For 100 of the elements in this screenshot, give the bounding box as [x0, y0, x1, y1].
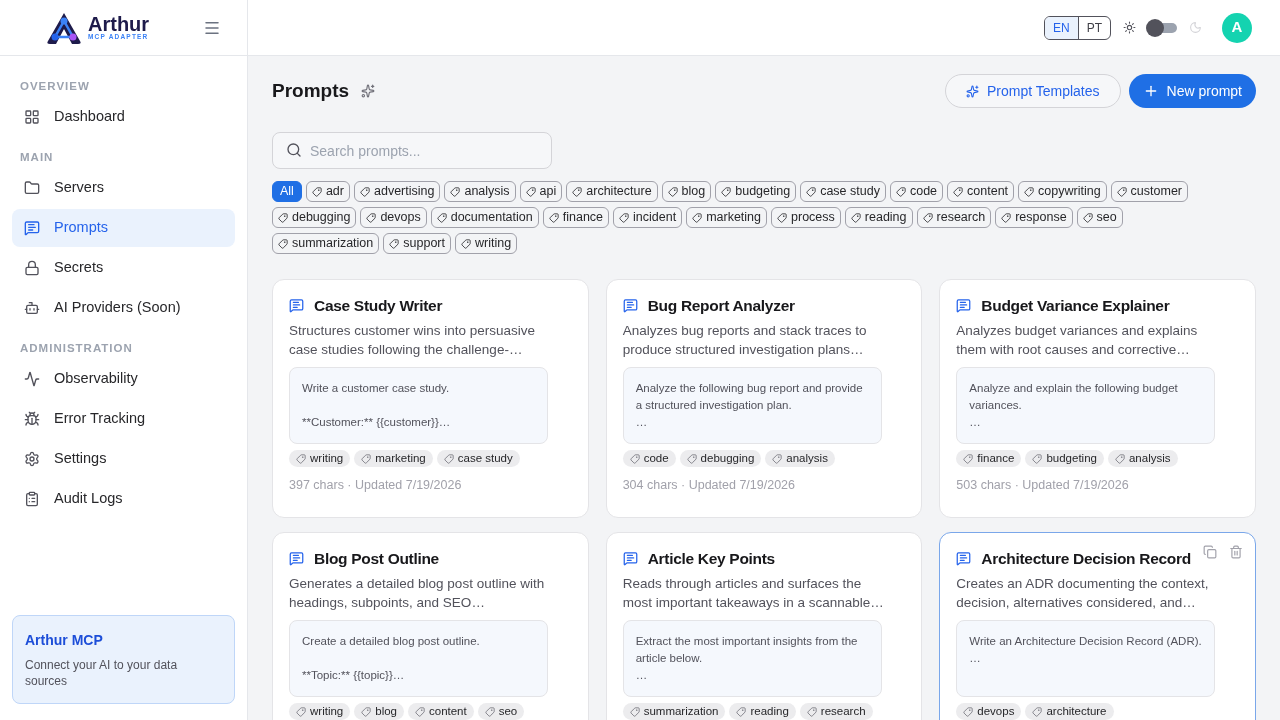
pulse-icon — [24, 371, 40, 387]
tag-icon — [1114, 453, 1125, 464]
tag-icon — [548, 212, 559, 223]
tag-icon — [850, 212, 861, 223]
prompt-card[interactable]: Article Key Points Reads through articles and surfaces the most important takeaways in a scannable… Extract the most important insights from the article below. … summarization reading research — [605, 532, 923, 720]
folder-icon — [24, 180, 40, 196]
tag-chip: reading — [729, 703, 796, 720]
prompt-preview: Write a customer case study. **Customer:** {{customer}}… — [289, 367, 548, 445]
tag-icon — [361, 453, 372, 464]
prompt-meta: 397 chars · Updated 7/19/2026 — [289, 477, 463, 495]
filter-chip[interactable]: content — [947, 181, 1015, 202]
filter-chip[interactable]: reading — [844, 207, 913, 228]
tag-icon — [311, 186, 322, 197]
prompt-description: Generates a detailed blog post outline with headings, subpoints, and SEO… — [289, 575, 546, 613]
page-title: Prompts — [272, 78, 350, 103]
filter-chip[interactable]: architecture — [566, 181, 658, 202]
filter-chip[interactable]: code — [889, 181, 944, 202]
prompt-card[interactable] — [605, 279, 923, 518]
nav-item[interactable]: Secrets — [12, 249, 235, 287]
tag-icon — [415, 706, 425, 717]
filter-chip[interactable]: blog — [661, 181, 712, 202]
search-field[interactable]: Search prompts... — [272, 132, 552, 169]
prompt-title: Budget Variance Explainer — [981, 296, 1170, 316]
tag-icon — [461, 238, 471, 249]
filter-chip[interactable]: research — [916, 207, 992, 228]
filter-chip[interactable]: devops — [360, 207, 427, 228]
tag-icon — [360, 186, 370, 197]
tag-icon — [525, 186, 536, 197]
tag-icon — [361, 706, 372, 717]
filter-chip[interactable]: support — [383, 233, 451, 254]
prompt-title: Article Key Points — [647, 549, 775, 569]
nav-item[interactable]: Audit Logs — [12, 480, 235, 518]
prompt-title: Case Study Writer — [314, 296, 443, 316]
tag-icon — [1032, 453, 1043, 464]
filter-chip[interactable]: budgeting — [715, 181, 797, 202]
tag-icon — [296, 453, 306, 464]
filter-chip[interactable]: case study — [800, 181, 886, 202]
filter-chip[interactable]: seo — [1076, 207, 1123, 228]
tag-chip: analysis — [1107, 450, 1178, 468]
filter-chip[interactable]: summarization — [272, 233, 380, 254]
tag-icon — [922, 212, 933, 223]
sparkle-icon — [361, 84, 376, 98]
tag-icon — [450, 186, 461, 197]
filter-chip[interactable]: process — [771, 207, 841, 228]
tag-icon — [366, 212, 377, 223]
tag-icon — [736, 706, 747, 717]
nav-item[interactable]: AI Providers (Soon) — [12, 289, 235, 327]
sparkle-icon — [965, 84, 979, 98]
tag-icon — [1032, 706, 1043, 717]
filter-chip[interactable]: All — [272, 181, 302, 202]
filter-chip[interactable]: finance — [542, 207, 610, 228]
tag-chip: research — [799, 703, 873, 720]
filter-chip[interactable]: api — [519, 181, 563, 202]
tag-chip: writing — [289, 450, 351, 468]
tag-icon — [692, 212, 703, 223]
filter-chip[interactable]: analysis — [444, 181, 516, 202]
prompt-card[interactable]: Blog Post Outline Generates a detailed blog post outline with headings, subpoints, and SEO… Create a detailed blog post outline. **Topic:** {{topic}}… writing blog content seo — [272, 532, 589, 720]
tag-chip: seo — [477, 703, 525, 720]
tag-icon — [1116, 186, 1127, 197]
promo-text: Connect your AI to your data sources — [25, 657, 179, 689]
section-heading: MAIN — [19, 150, 55, 165]
prompt-card[interactable] — [939, 279, 1256, 518]
message-icon — [24, 220, 40, 236]
prompt-title: Blog Post Outline — [314, 549, 439, 569]
filter-chip[interactable]: writing — [455, 233, 518, 254]
filter-chip[interactable]: incident — [613, 207, 683, 228]
tag-icon — [436, 212, 447, 223]
nav-item[interactable]: Prompts — [12, 209, 235, 247]
filter-chip[interactable]: marketing — [686, 207, 768, 228]
filter-chip[interactable]: response — [995, 207, 1073, 228]
new-prompt-button[interactable]: New prompt — [1128, 74, 1256, 108]
filter-chip[interactable]: customer — [1110, 181, 1188, 202]
filter-chip[interactable]: documentation — [430, 207, 539, 228]
tag-icon — [278, 238, 288, 249]
tag-icon — [572, 186, 583, 197]
copy-icon[interactable] — [1203, 545, 1217, 559]
filter-chip[interactable]: advertising — [354, 181, 441, 202]
message-icon — [956, 551, 972, 567]
nav-item[interactable]: Servers — [12, 169, 235, 207]
prompt-card[interactable]: Architecture Decision Record Creates an ADR documenting the context, decision, alternatives considered, and… Write an Architecture Decision Record (ADR). … devops architecture — [939, 532, 1256, 720]
tag-icon — [389, 238, 400, 249]
filter-chip[interactable]: adr — [305, 181, 350, 202]
nav-item[interactable]: Dashboard — [12, 98, 235, 136]
language-toggle[interactable]: PT — [1077, 16, 1110, 39]
nav-item[interactable]: Error Tracking — [12, 400, 235, 438]
filter-chip[interactable]: debugging — [272, 207, 357, 228]
tag-icon — [296, 706, 306, 717]
tag-icon — [443, 453, 454, 464]
search-icon — [286, 142, 302, 158]
filter-chip[interactable]: copywriting — [1018, 181, 1107, 202]
language-toggle[interactable]: EN — [1045, 16, 1078, 39]
tag-icon — [278, 212, 288, 223]
message-icon — [289, 298, 304, 314]
prompt-card[interactable] — [272, 279, 589, 518]
message-icon — [622, 298, 638, 314]
templates-button[interactable]: Prompt Templates — [944, 74, 1121, 108]
tag-icon — [895, 186, 906, 197]
nav-item[interactable]: Observability — [12, 360, 235, 398]
nav-item[interactable]: Settings — [12, 440, 235, 478]
delete-icon[interactable] — [1229, 545, 1243, 559]
